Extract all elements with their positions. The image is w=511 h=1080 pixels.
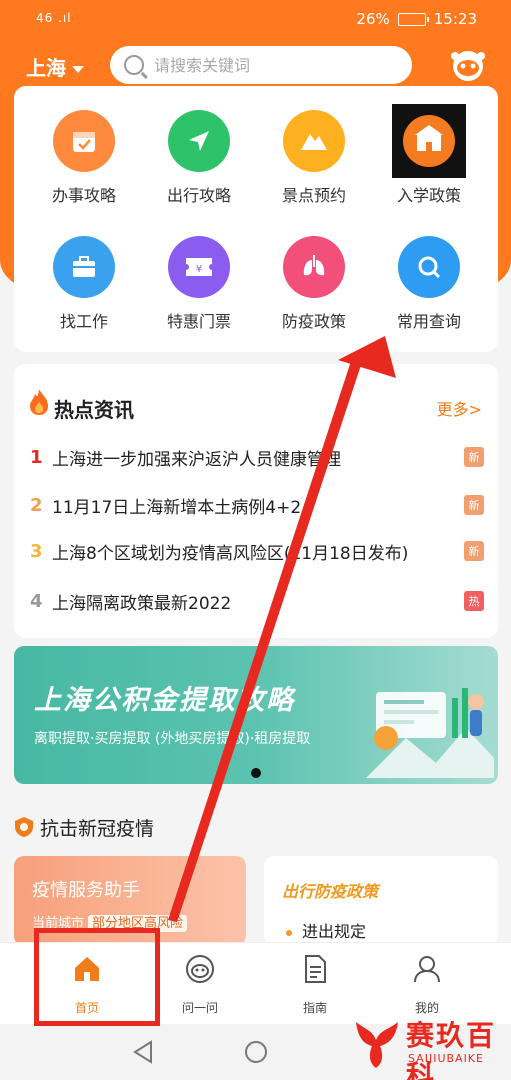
back-icon[interactable] (132, 1040, 154, 1064)
quick-menu-panel: 办事攻略 出行攻略 景点预约 入学政策 找工作 ¥ 特惠门票 防疫政策 常用查询 (14, 86, 498, 352)
quick-item-epidemic-policy[interactable]: 防疫政策 (254, 236, 374, 332)
carousel-indicator[interactable] (251, 768, 261, 778)
quick-item-common-query[interactable]: 常用查询 (369, 236, 489, 332)
briefcase-icon (53, 236, 115, 298)
tab-label: 问一问 (181, 1001, 218, 1015)
tab-label: 指南 (302, 1001, 327, 1015)
banner-illustration (366, 688, 494, 778)
flame-icon (30, 389, 48, 415)
mascot-avatar-icon[interactable] (447, 44, 489, 86)
watermark-title: 赛玖百科 (406, 1019, 497, 1080)
quick-item-label: 出行攻略 (166, 186, 231, 205)
battery-icon (397, 12, 429, 26)
battery-percent: 26% (356, 10, 390, 28)
news-rank: 1 (30, 446, 43, 468)
city-name: 上海 (26, 56, 66, 80)
quick-item-label: 入学政策 (396, 186, 461, 205)
school-building-icon (392, 104, 466, 178)
watermark-logo: 赛玖百科 SAIJIUBAIKE (352, 1010, 504, 1080)
calendar-check-icon (53, 110, 115, 172)
banner-title: 上海公积金提取攻略 (34, 685, 295, 716)
quick-item-discount-tickets[interactable]: ¥ 特惠门票 (139, 236, 259, 332)
news-rank: 2 (30, 494, 43, 516)
covid-section-title: 抗击新冠疫情 (40, 818, 155, 840)
news-headline: 上海进一步加强来沪返沪人员健康管理 (52, 449, 341, 470)
more-link[interactable]: 更多> (437, 396, 482, 420)
search-bar[interactable] (110, 46, 412, 84)
tab-guide[interactable]: 指南 (270, 953, 360, 1016)
chat-robot-icon (186, 955, 214, 983)
quick-item-label: 特惠门票 (166, 312, 231, 331)
mountain-icon (283, 110, 345, 172)
news-headline: 上海8个区域划为疫情高风险区(11月18日发布) (52, 543, 409, 564)
service-card-title: 疫情服务助手 (32, 880, 140, 901)
search-icon (124, 55, 144, 75)
hot-news-card: 热点资讯 更多> 1 上海进一步加强来沪返沪人员健康管理 新 2 11月17日上… (14, 364, 498, 638)
hot-news-title: 热点资讯 (54, 398, 134, 422)
quick-item-travel-guide[interactable]: 出行攻略 (139, 110, 259, 206)
user-icon (414, 956, 440, 983)
search-icon (398, 236, 460, 298)
policy-card-title: 出行防疫政策 (282, 882, 379, 901)
provident-fund-banner[interactable]: 上海公积金提取攻略 离职提取·买房提取 (外地买房提取)·租房提取 (14, 646, 498, 784)
clock: 15:23 (433, 10, 477, 28)
shield-icon (15, 817, 33, 837)
hot-badge: 热 (464, 591, 484, 611)
banner-subtitle: 离职提取·买房提取 (外地买房提取)·租房提取 (34, 731, 311, 747)
signal-indicator: 46 .ıl (36, 11, 72, 25)
new-badge: 新 (464, 495, 484, 515)
quick-item-school-policy[interactable]: 入学政策 (369, 104, 489, 206)
status-bar: 46 .ıl 26% 15:23 (0, 0, 511, 38)
new-badge: 新 (464, 541, 484, 561)
chevron-down-icon (72, 66, 84, 73)
whale-tail-icon (356, 1022, 398, 1068)
quick-item-office-guide[interactable]: 办事攻略 (24, 110, 144, 206)
ticket-icon: ¥ (168, 236, 230, 298)
app-header: 上海 (0, 42, 511, 90)
policy-item[interactable]: 进出规定 (286, 918, 366, 942)
quick-item-label: 常用查询 (396, 312, 461, 331)
news-item[interactable]: 1 上海进一步加强来沪返沪人员健康管理 新 (30, 442, 484, 472)
news-rank: 4 (30, 590, 43, 612)
news-headline: 上海隔离政策最新2022 (52, 593, 232, 614)
quick-item-label: 找工作 (59, 312, 108, 331)
navigation-arrow-icon (168, 110, 230, 172)
svg-text:¥: ¥ (196, 264, 202, 275)
lungs-icon (283, 236, 345, 298)
news-headline: 11月17日上海新增本土病例4+2 (52, 497, 302, 518)
news-item[interactable]: 3 上海8个区域划为疫情高风险区(11月18日发布) 新 (30, 536, 484, 566)
quick-item-label: 防疫政策 (281, 312, 346, 331)
watermark-subtitle: SAIJIUBAIKE (408, 1052, 484, 1065)
news-rank: 3 (30, 540, 43, 562)
highlight-box (34, 928, 160, 1026)
tab-ask[interactable]: 问一问 (155, 953, 245, 1016)
document-icon (305, 955, 326, 983)
travel-policy-card[interactable]: 出行防疫政策 进出规定 (264, 856, 498, 946)
tab-profile[interactable]: 我的 (382, 953, 472, 1016)
search-input[interactable] (154, 55, 384, 75)
city-selector[interactable]: 上海 (26, 52, 84, 81)
news-item[interactable]: 2 11月17日上海新增本土病例4+2 新 (30, 490, 484, 520)
quick-item-scenic-booking[interactable]: 景点预约 (254, 110, 374, 206)
quick-item-label: 办事攻略 (51, 186, 116, 205)
new-badge: 新 (464, 447, 484, 467)
quick-item-find-job[interactable]: 找工作 (24, 236, 144, 332)
quick-item-label: 景点预约 (281, 186, 346, 205)
news-item[interactable]: 4 上海隔离政策最新2022 热 (30, 586, 484, 616)
home-circle-icon[interactable] (244, 1040, 268, 1064)
